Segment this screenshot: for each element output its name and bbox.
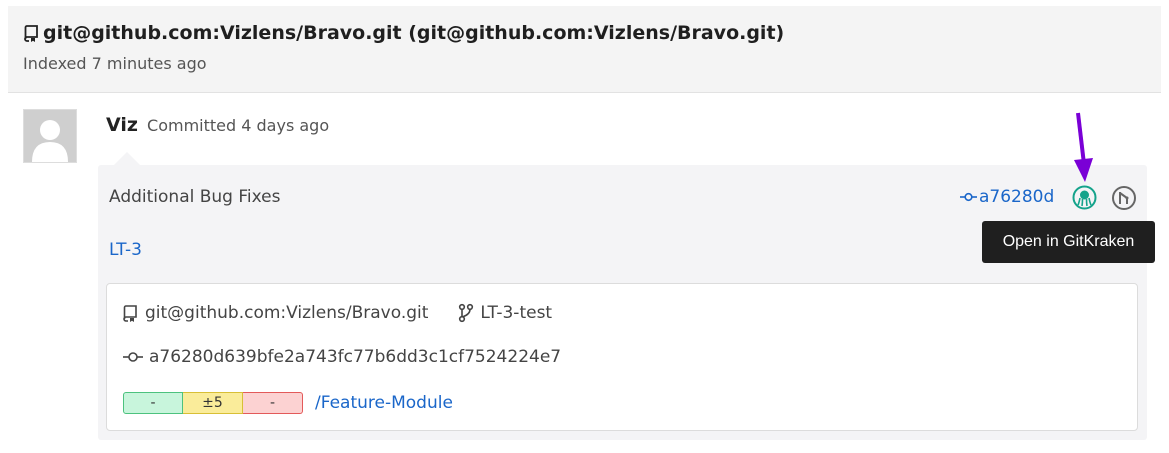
file-change-row: - ±5 - /Feature-Module [123,392,453,414]
repo-title-text: git@github.com:Vizlens/Bravo.git (git@gi… [43,22,785,44]
gitlab-icon [1112,186,1136,210]
detail-full-sha: a76280d639bfe2a743fc77b6dd3c1cf7524224e7 [149,347,562,367]
branch-info: LT-3-test [458,303,552,323]
avatar[interactable] [23,109,77,163]
commit-author-line: Viz Committed 4 days ago [106,114,329,136]
commit-box-caret [114,152,140,165]
repo-title: git@github.com:Vizlens/Bravo.git (git@gi… [24,22,784,44]
commit-card: Additional Bug Fixes a76280d LT-3 git@gi… [98,165,1147,440]
commit-message: Additional Bug Fixes [109,187,281,207]
diff-stats: - ±5 - [123,392,303,414]
commit-details-panel: git@github.com:Vizlens/Bravo.git LT-3-te… [106,283,1138,431]
author-name[interactable]: Viz [106,114,138,136]
detail-branch: LT-3-test [480,303,553,323]
user-placeholder-icon [24,110,76,162]
repo-branch-row: git@github.com:Vizlens/Bravo.git LT-3-te… [123,303,552,323]
commit-time: Committed 4 days ago [147,116,330,135]
diff-modified: ±5 [183,392,243,414]
open-in-gitkraken-button[interactable] [1072,185,1097,210]
branch-icon [459,303,474,323]
commit-sha-link[interactable]: a76280d [960,187,1054,207]
repo-icon [123,305,137,322]
detail-repo: git@github.com:Vizlens/Bravo.git [145,303,429,323]
commit-icon [960,192,977,202]
repo-icon [24,25,38,42]
diff-deleted: - [243,392,303,414]
commit-icon [123,352,143,362]
full-sha-row: a76280d639bfe2a743fc77b6dd3c1cf7524224e7 [123,347,561,367]
indexed-status: Indexed 7 minutes ago [23,54,207,73]
issue-link[interactable]: LT-3 [109,240,142,260]
open-in-git-provider-button[interactable] [1111,185,1137,211]
tooltip: Open in GitKraken [982,221,1155,263]
file-path-link[interactable]: /Feature-Module [315,393,453,413]
diff-added: - [123,392,183,414]
commit-sha-short: a76280d [979,187,1055,207]
gitkraken-icon [1072,185,1097,210]
annotation-arrow [1074,112,1093,182]
repo-header: git@github.com:Vizlens/Bravo.git (git@gi… [8,6,1161,93]
